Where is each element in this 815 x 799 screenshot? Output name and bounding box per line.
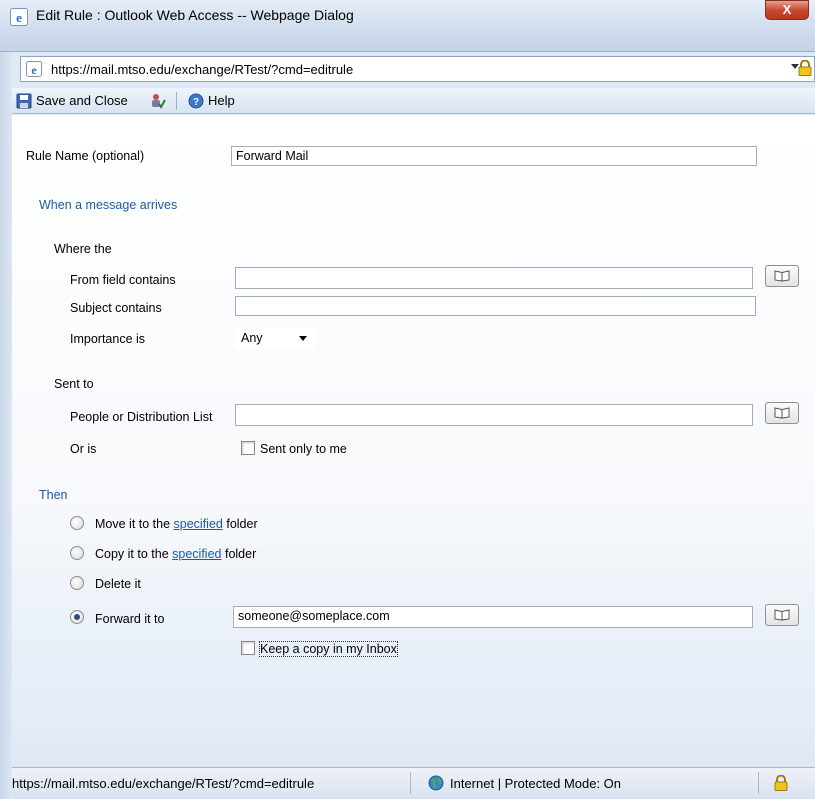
then-section-heading: Then — [39, 488, 68, 502]
status-divider — [758, 772, 759, 794]
svg-text:?: ? — [193, 97, 199, 108]
help-button[interactable]: Help — [208, 93, 235, 108]
delete-radio[interactable] — [70, 576, 84, 590]
importance-label: Importance is — [70, 332, 146, 346]
status-bar: https://mail.mtso.edu/exchange/RTest/?cm… — [12, 767, 815, 799]
where-label: Where the — [54, 242, 112, 256]
ie-icon: e — [10, 8, 28, 26]
toolbar-divider — [176, 92, 177, 110]
address-book-button-from[interactable] — [765, 265, 799, 287]
or-is-label: Or is — [70, 442, 97, 456]
title-bar: e Edit Rule : Outlook Web Access -- Webp… — [0, 0, 815, 52]
ie-page-icon: e — [26, 61, 42, 77]
move-folder-link[interactable]: specified — [174, 517, 223, 531]
copy-radio[interactable] — [70, 546, 84, 560]
check-names-icon[interactable] — [150, 93, 166, 109]
svg-text:e: e — [16, 10, 22, 25]
move-prefix-text: Move it to the — [95, 517, 171, 531]
lock-icon — [798, 60, 812, 76]
svg-text:e: e — [31, 63, 37, 77]
when-section-heading: When a message arrives — [39, 198, 178, 212]
importance-selected-value: Any — [241, 331, 263, 345]
sent-to-label: Sent to — [54, 377, 94, 391]
lock-icon[interactable] — [774, 775, 788, 791]
save-and-close-button[interactable]: Save and Close — [36, 93, 128, 108]
forward-to-input[interactable]: someone@someplace.com — [233, 606, 753, 628]
address-book-button-forward[interactable] — [765, 604, 799, 626]
copy-prefix-text: Copy it to the — [95, 547, 169, 561]
sent-only-to-me-label: Sent only to me — [260, 442, 347, 456]
importance-select[interactable]: Any — [235, 328, 315, 350]
delete-option-label: Delete it — [95, 577, 141, 591]
people-input[interactable] — [235, 404, 753, 426]
toolbar: Save and Close ? Help — [12, 88, 815, 114]
rule-name-label: Rule Name (optional) — [26, 149, 145, 163]
address-book-icon — [774, 270, 790, 282]
forward-option-label: Forward it to — [95, 612, 165, 626]
copy-folder-link[interactable]: specified — [172, 547, 221, 561]
status-url: https://mail.mtso.edu/exchange/RTest/?cm… — [12, 776, 315, 791]
address-book-button-people[interactable] — [765, 402, 799, 424]
keep-copy-label: Keep a copy in my Inbox — [259, 641, 398, 657]
move-radio[interactable] — [70, 516, 84, 530]
rule-name-input[interactable]: Forward Mail — [231, 146, 757, 166]
forward-radio[interactable] — [70, 610, 84, 624]
save-icon — [16, 93, 32, 109]
address-url: https://mail.mtso.edu/exchange/RTest/?cm… — [51, 62, 354, 77]
close-button[interactable]: X — [765, 0, 809, 20]
copy-option-label: Copy it to the specified folder — [95, 547, 256, 561]
dialog-window: e Edit Rule : Outlook Web Access -- Webp… — [0, 0, 815, 799]
globe-icon — [428, 775, 444, 791]
security-zone[interactable]: Internet | Protected Mode: On — [450, 776, 621, 791]
window-frame-left — [0, 52, 12, 799]
from-field-label: From field contains — [70, 273, 176, 287]
sent-only-to-me-checkbox[interactable] — [241, 441, 255, 455]
from-field-input[interactable] — [235, 267, 753, 289]
chevron-down-icon — [299, 336, 307, 341]
address-bar[interactable]: e https://mail.mtso.edu/exchange/RTest/?… — [20, 56, 815, 82]
help-icon: ? — [188, 93, 204, 109]
subject-input[interactable] — [235, 296, 756, 316]
move-option-label: Move it to the specified folder — [95, 517, 258, 531]
people-label: People or Distribution List — [70, 410, 213, 424]
address-book-icon — [774, 407, 790, 419]
move-suffix-text: folder — [226, 517, 258, 531]
keep-copy-checkbox[interactable] — [241, 641, 255, 655]
status-divider — [410, 772, 411, 794]
window-title: Edit Rule : Outlook Web Access -- Webpag… — [36, 7, 354, 23]
address-book-icon — [774, 609, 790, 621]
copy-suffix-text: folder — [224, 547, 257, 561]
rule-form: Rule Name (optional) Forward Mail When a… — [12, 115, 815, 760]
subject-label: Subject contains — [70, 301, 162, 315]
